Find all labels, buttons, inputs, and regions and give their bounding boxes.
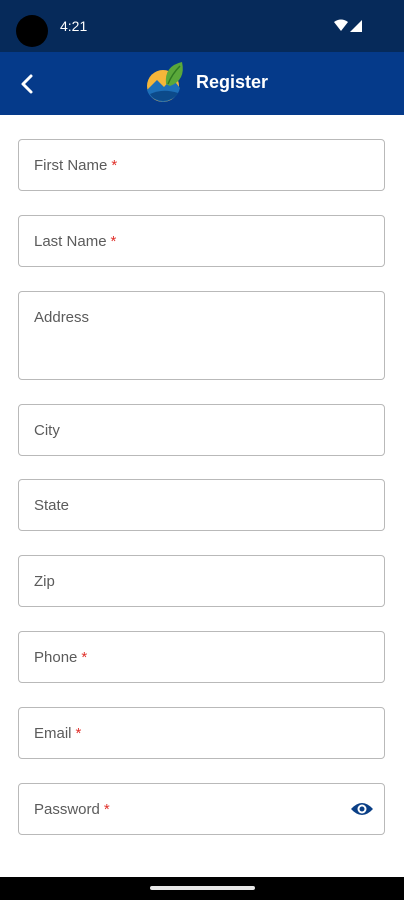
required-marker: * (110, 233, 117, 250)
address-field[interactable]: Address (18, 291, 385, 380)
last-name-label: Last Name * (34, 233, 117, 250)
eye-icon[interactable] (350, 799, 374, 819)
required-marker: * (81, 649, 88, 666)
address-label: Address (34, 309, 90, 326)
first-name-field[interactable]: First Name * (18, 139, 385, 191)
status-time: 4:21 (60, 18, 88, 34)
city-label: City (34, 422, 60, 439)
camera-cutout (16, 15, 48, 47)
signal-icon (350, 20, 362, 32)
email-field[interactable]: Email * (18, 707, 385, 759)
city-field[interactable]: City (18, 404, 385, 456)
status-bar: 4:21 (0, 0, 404, 52)
required-marker: * (103, 801, 110, 818)
phone-field[interactable]: Phone * (18, 631, 385, 683)
home-gesture-pill[interactable] (150, 886, 255, 890)
page-title: Register (196, 72, 269, 92)
zip-field[interactable]: Zip (18, 555, 385, 607)
first-name-label: First Name * (34, 157, 118, 174)
phone-label: Phone * (34, 649, 88, 666)
leaf-mountain-logo (147, 62, 183, 102)
required-marker: * (75, 725, 82, 742)
state-label: State (34, 497, 70, 514)
last-name-field[interactable]: Last Name * (18, 215, 385, 267)
back-chevron-icon[interactable] (14, 71, 42, 97)
status-icons (334, 19, 362, 32)
zip-label: Zip (34, 573, 55, 590)
wifi-icon (334, 19, 348, 31)
required-marker: * (111, 157, 118, 174)
password-label: Password * (34, 801, 110, 818)
system-nav-bar (0, 877, 404, 900)
app-bar: Register (0, 52, 404, 115)
email-label: Email * (34, 725, 82, 742)
password-field[interactable]: Password * (18, 783, 385, 835)
state-field[interactable]: State (18, 479, 385, 531)
